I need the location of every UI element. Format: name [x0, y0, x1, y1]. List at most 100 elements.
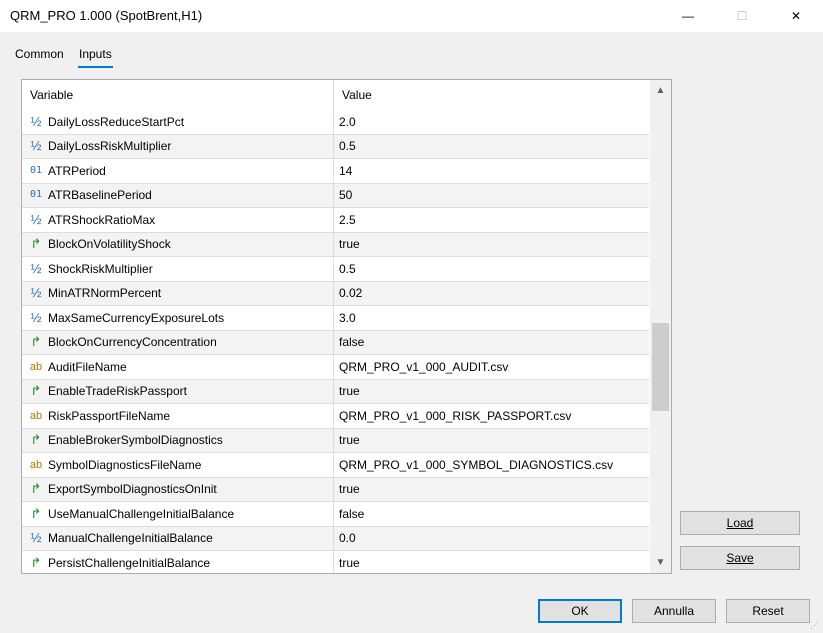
table-row[interactable]: ab SymbolDiagnosticsFileName QRM_PRO_v1_00… [22, 453, 649, 478]
scroll-up-arrow-icon[interactable]: ▲ [650, 82, 671, 99]
table-row[interactable]: ½ MaxSameCurrencyExposureLots 3.0 [22, 306, 649, 331]
variable-cell: ab RiskPassportFileName [22, 404, 334, 428]
resize-grip-icon[interactable]: ⋰ [810, 620, 822, 632]
variable-name: EnableBrokerSymbolDiagnostics [48, 433, 223, 448]
table-row[interactable]: ab AuditFileName QRM_PRO_v1_000_AUDIT.csv [22, 355, 649, 380]
string-icon: ab [29, 409, 43, 422]
value-cell[interactable]: 50 [334, 183, 649, 207]
table-row[interactable]: ↱ EnableBrokerSymbolDiagnostics true [22, 428, 649, 453]
load-button[interactable]: Load [680, 511, 800, 535]
value-cell[interactable]: 3.0 [334, 306, 649, 330]
value-cell[interactable]: 0.5 [334, 257, 649, 281]
maximize-button[interactable]: ☐ [719, 0, 765, 32]
boolean-icon: ↱ [30, 383, 42, 399]
variable-cell: ↱ BlockOnVolatilityShock [22, 232, 334, 256]
minimize-button[interactable]: — [665, 0, 711, 32]
table-row[interactable]: ½ DailyLossReduceStartPct 2.0 [22, 110, 649, 135]
variable-cell: ab AuditFileName [22, 355, 334, 379]
tab-common[interactable]: Common [15, 44, 64, 66]
title-bar: QRM_PRO 1.000 (SpotBrent,H1) — ☐ ✕ [0, 0, 823, 32]
reset-button-label: Reset [752, 604, 784, 618]
string-icon: ab [29, 360, 43, 373]
table-row[interactable]: ½ ATRShockRatioMax 2.5 [22, 208, 649, 233]
variable-name: ATRShockRatioMax [48, 212, 156, 227]
variable-name: AuditFileName [48, 359, 127, 374]
scroll-down-arrow-icon[interactable]: ▼ [650, 554, 671, 571]
value-cell[interactable]: 0.0 [334, 526, 649, 550]
table-row[interactable]: ↱ ExportSymbolDiagnosticsOnInit true [22, 477, 649, 502]
table-row[interactable]: ½ ShockRiskMultiplier 0.5 [22, 257, 649, 282]
grid-header: Variable Value [22, 80, 649, 110]
vertical-scrollbar[interactable]: ▲ ▼ [650, 80, 671, 573]
string-icon: ab [29, 458, 43, 471]
variable-name: ShockRiskMultiplier [48, 261, 153, 276]
grid-rows: ½ DailyLossReduceStartPct 2.0 ½ DailyLossRis… [22, 110, 649, 573]
variable-cell: ↱ EnableTradeRiskPassport [22, 379, 334, 403]
value-cell[interactable]: QRM_PRO_v1_000_RISK_PASSPORT.csv [334, 404, 649, 428]
fraction-icon: ½ [30, 260, 42, 276]
integer-icon: 01 [29, 164, 43, 176]
variable-name: DailyLossRiskMultiplier [48, 139, 172, 154]
table-row[interactable]: ↱ EnableTradeRiskPassport true [22, 379, 649, 404]
close-button[interactable]: ✕ [773, 0, 819, 32]
table-row[interactable]: ↱ UseManualChallengeInitialBalance false [22, 502, 649, 527]
table-row[interactable]: ½ DailyLossRiskMultiplier 0.5 [22, 134, 649, 159]
variable-cell: ½ MinATRNormPercent [22, 281, 334, 305]
scrollbar-thumb[interactable] [652, 323, 669, 411]
table-row[interactable]: ↱ BlockOnCurrencyConcentration false [22, 330, 649, 355]
load-button-label: Load [726, 516, 754, 530]
save-button[interactable]: Save [680, 546, 800, 570]
variable-cell: ↱ UseManualChallengeInitialBalance [22, 502, 334, 526]
variable-cell: ½ DailyLossRiskMultiplier [22, 134, 334, 158]
save-button-label: Save [726, 551, 754, 565]
variable-cell: ab SymbolDiagnosticsFileName [22, 453, 334, 477]
window-title: QRM_PRO 1.000 (SpotBrent,H1) [10, 8, 203, 23]
table-row[interactable]: 01 ATRPeriod 14 [22, 159, 649, 184]
reset-button[interactable]: Reset [726, 599, 810, 623]
value-cell[interactable]: 0.02 [334, 281, 649, 305]
table-row[interactable]: ½ MinATRNormPercent 0.02 [22, 281, 649, 306]
tab-inputs[interactable]: Inputs [78, 44, 113, 68]
table-row[interactable]: ↱ PersistChallengeInitialBalance true [22, 551, 649, 573]
boolean-icon: ↱ [30, 334, 42, 350]
variable-cell: ½ MaxSameCurrencyExposureLots [22, 306, 334, 330]
ok-button[interactable]: OK [538, 599, 622, 623]
value-cell[interactable]: 0.5 [334, 134, 649, 158]
variable-name: ExportSymbolDiagnosticsOnInit [48, 482, 217, 497]
table-row[interactable]: 01 ATRBaselinePeriod 50 [22, 183, 649, 208]
cancel-button[interactable]: Annulla [632, 599, 716, 623]
variable-cell: ↱ EnableBrokerSymbolDiagnostics [22, 428, 334, 452]
boolean-icon: ↱ [30, 236, 42, 252]
fraction-icon: ½ [30, 113, 42, 129]
variable-cell: ↱ PersistChallengeInitialBalance [22, 551, 334, 573]
cancel-button-label: Annulla [653, 604, 695, 618]
table-row[interactable]: ↱ BlockOnVolatilityShock true [22, 232, 649, 257]
value-cell[interactable]: QRM_PRO_v1_000_SYMBOL_DIAGNOSTICS.csv [334, 453, 649, 477]
table-row[interactable]: ab RiskPassportFileName QRM_PRO_v1_000_RIS… [22, 404, 649, 429]
variable-cell: ½ ATRShockRatioMax [22, 208, 334, 232]
value-cell[interactable]: false [334, 330, 649, 354]
variable-cell: ½ DailyLossReduceStartPct [22, 110, 334, 134]
column-header-variable[interactable]: Variable [22, 80, 334, 110]
variable-name: MaxSameCurrencyExposureLots [48, 310, 225, 325]
boolean-icon: ↱ [30, 554, 42, 570]
variable-name: ManualChallengeInitialBalance [48, 531, 213, 546]
value-cell[interactable]: false [334, 502, 649, 526]
value-cell[interactable]: true [334, 428, 649, 452]
table-row[interactable]: ½ ManualChallengeInitialBalance 0.0 [22, 526, 649, 551]
value-cell[interactable]: true [334, 477, 649, 501]
value-cell[interactable]: 14 [334, 159, 649, 183]
value-cell[interactable]: 2.5 [334, 208, 649, 232]
value-cell[interactable]: true [334, 379, 649, 403]
inputs-grid: Variable Value ½ DailyLossReduceStartPct 2… [21, 79, 672, 574]
column-header-value[interactable]: Value [334, 80, 642, 110]
variable-name: DailyLossReduceStartPct [48, 114, 185, 129]
fraction-icon: ½ [30, 530, 42, 546]
value-cell[interactable]: true [334, 551, 649, 573]
value-cell[interactable]: QRM_PRO_v1_000_AUDIT.csv [334, 355, 649, 379]
variable-cell: ↱ ExportSymbolDiagnosticsOnInit [22, 477, 334, 501]
variable-name: RiskPassportFileName [48, 408, 171, 423]
value-cell[interactable]: true [334, 232, 649, 256]
value-cell[interactable]: 2.0 [334, 110, 649, 134]
variable-name: EnableTradeRiskPassport [48, 384, 187, 399]
